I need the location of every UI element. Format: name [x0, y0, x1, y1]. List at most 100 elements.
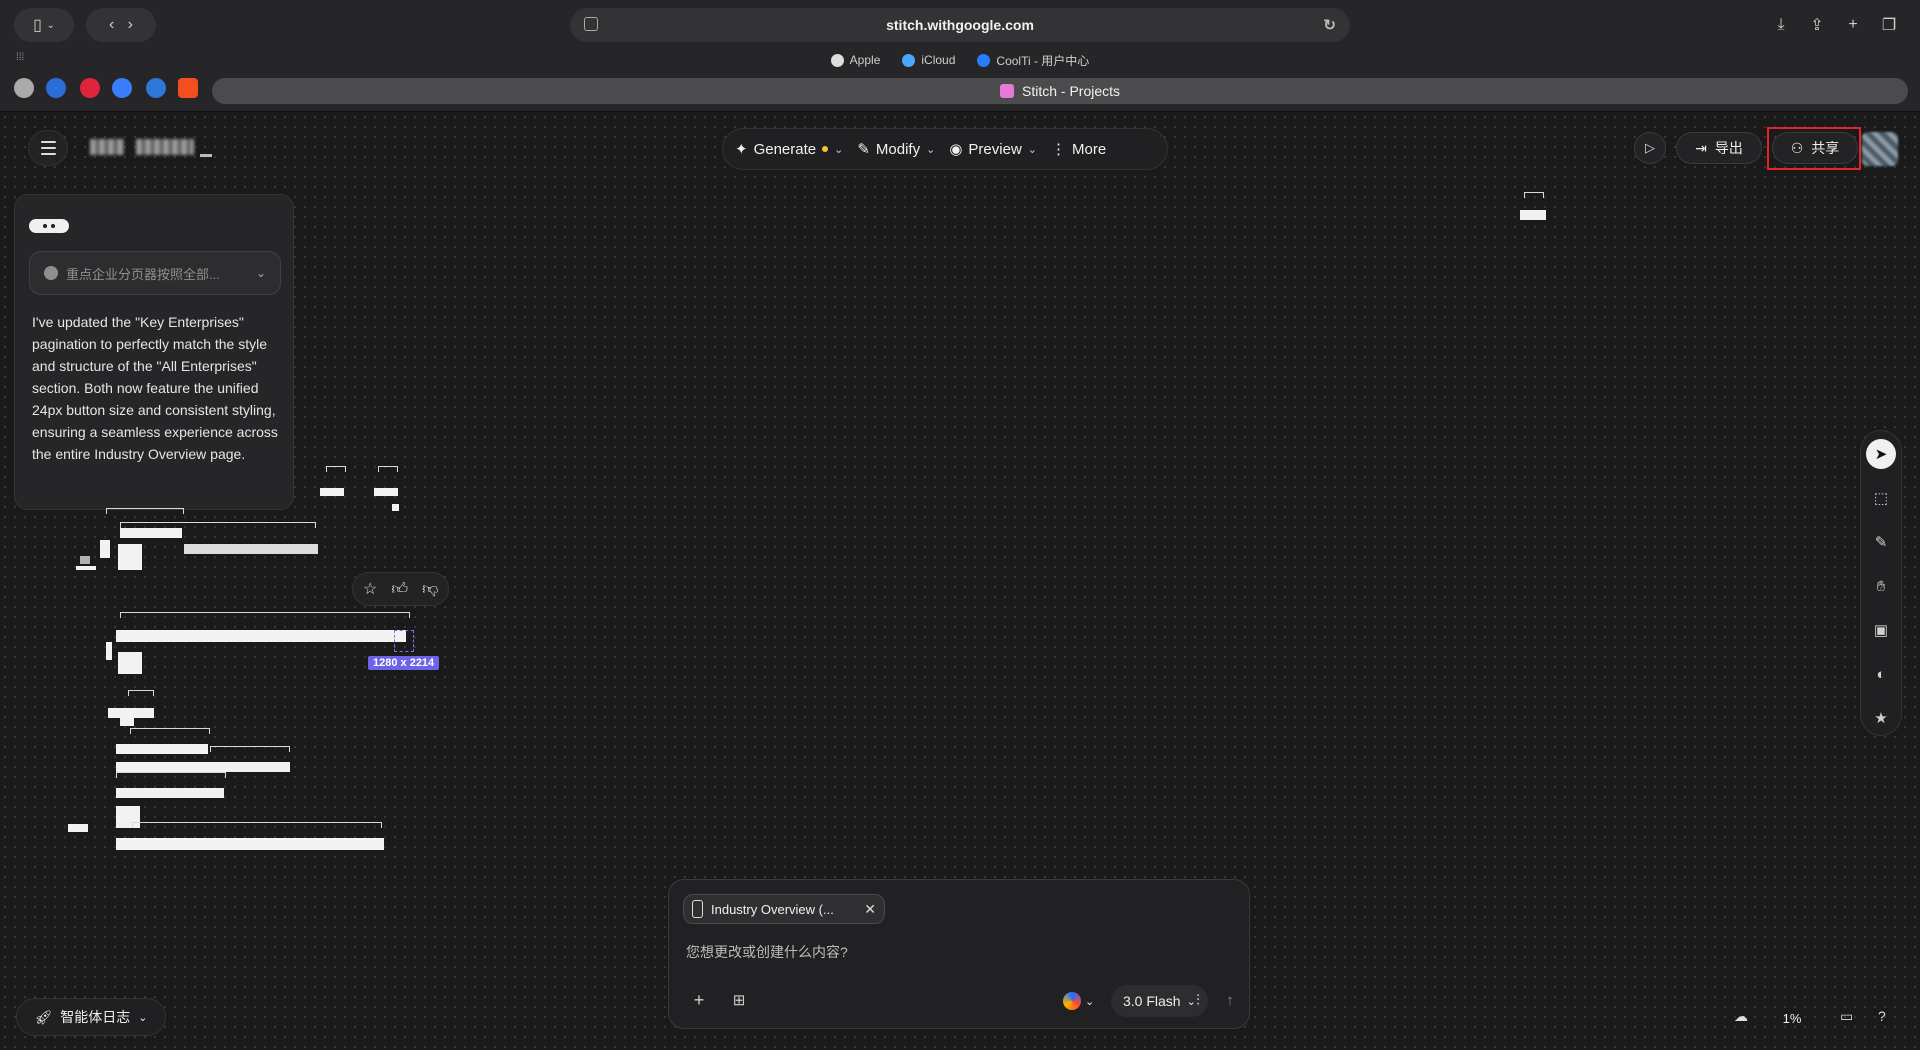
- tab-overview-icon[interactable]: ❐: [1874, 8, 1904, 42]
- preview-block: [108, 708, 154, 718]
- preview-block: [120, 612, 410, 618]
- preview-block: [106, 508, 184, 514]
- forward-button[interactable]: ›: [128, 16, 133, 34]
- pinned-tab-circle-icon[interactable]: [146, 78, 166, 98]
- send-icon[interactable]: ↑: [1215, 984, 1245, 1016]
- composer-actions: + ⊞ ⌄ 3.0 Flash ⌄ ⫶ ↑: [683, 984, 1237, 1018]
- model-provider-select[interactable]: ⌄: [1063, 986, 1103, 1016]
- pinned-tab-openai-icon[interactable]: [14, 78, 34, 98]
- preview-block: [378, 466, 398, 472]
- browser-toolbar: ▯ ⌄ ‹ › stitch.withgoogle.com ↻ ⤓ ⇪ + ❐: [0, 8, 1920, 44]
- cursor-icon[interactable]: ➤: [1866, 439, 1896, 469]
- hand-icon[interactable]: ✋︎: [1866, 571, 1896, 601]
- selection-box[interactable]: [394, 630, 414, 652]
- page-settings-icon[interactable]: [584, 17, 598, 31]
- address-bar[interactable]: stitch.withgoogle.com ↻: [570, 8, 1350, 42]
- more-vertical-icon: ⋮: [1051, 141, 1066, 158]
- model-label: 3.0 Flash: [1123, 993, 1181, 1009]
- screen-previews[interactable]: [0, 112, 1546, 912]
- sparkle-icon: ✦: [735, 141, 748, 158]
- export-button[interactable]: ⇥ 导出: [1676, 132, 1762, 164]
- preview-block: [106, 642, 112, 660]
- preview-block: [120, 718, 134, 726]
- thumbs-down-icon[interactable]: 👎︎: [422, 580, 438, 599]
- play-button[interactable]: ▷: [1634, 132, 1666, 164]
- status-dot: [822, 146, 829, 152]
- star-filled-icon[interactable]: ★: [1866, 703, 1896, 733]
- preview-block: [116, 772, 226, 778]
- add-icon[interactable]: +: [683, 984, 715, 1016]
- more-button[interactable]: ⋮ More: [1051, 140, 1107, 159]
- preview-button[interactable]: ◉ Preview ⌄: [949, 140, 1037, 159]
- browser-chrome: ▯ ⌄ ‹ › stitch.withgoogle.com ↻ ⤓ ⇪ + ❐ …: [0, 0, 1920, 112]
- export-label: 导出: [1714, 140, 1743, 156]
- preview-block: [120, 528, 182, 538]
- preview-block: [116, 788, 224, 798]
- agent-log-label: 智能体日志: [60, 1009, 131, 1025]
- image-icon[interactable]: ▣: [1866, 615, 1896, 645]
- new-tab-icon[interactable]: +: [1838, 8, 1868, 42]
- preview-block: [132, 822, 382, 828]
- zoom-level[interactable]: 1%: [1768, 1000, 1816, 1036]
- preview-block: [320, 488, 344, 496]
- agent-log-button[interactable]: 🚀︎ 智能体日志 ⌄: [16, 998, 166, 1036]
- favorite-label: Apple: [849, 53, 881, 67]
- star-icon[interactable]: ☆: [363, 579, 377, 599]
- tab-bar: Stitch - Projects: [0, 78, 1920, 106]
- chevron-down-icon: ⌄: [1027, 143, 1037, 156]
- voice-icon[interactable]: ⫶: [1183, 984, 1213, 1016]
- favorite-coolti[interactable]: CoolTi - 用户中心: [977, 50, 1089, 70]
- chevron-down-icon: ⌄: [46, 19, 55, 31]
- modify-button[interactable]: ✎ Modify ⌄: [857, 140, 935, 159]
- sidebar-toggle-button[interactable]: ▯ ⌄: [14, 8, 74, 42]
- feedback-bar: ☆ 👍︎ 👎︎: [352, 572, 450, 606]
- download-icon[interactable]: ⤓: [1766, 8, 1796, 42]
- preview-block: [116, 762, 290, 772]
- url-text: stitch.withgoogle.com: [886, 17, 1034, 33]
- pencil-icon[interactable]: ✎: [1866, 527, 1896, 557]
- favorite-apple[interactable]: Apple: [830, 50, 881, 70]
- palette-icon[interactable]: ◐: [1866, 659, 1896, 689]
- modify-label: Modify: [875, 140, 921, 158]
- prompt-input[interactable]: 您想更改或创建什么内容?: [686, 942, 848, 962]
- preview-block: [1524, 192, 1544, 198]
- favorite-icloud[interactable]: iCloud: [902, 50, 955, 70]
- comment-icon[interactable]: ▭: [1840, 1008, 1853, 1025]
- pinned-tab-figma-icon[interactable]: [178, 78, 198, 98]
- preview-label: Preview: [968, 140, 1022, 158]
- pinned-tab-hdr-icon[interactable]: [80, 78, 100, 98]
- close-icon[interactable]: ✕: [864, 901, 876, 918]
- share-highlight-box: [1767, 127, 1861, 170]
- marquee-select-icon[interactable]: ⬚: [1866, 483, 1896, 513]
- preview-block: [116, 838, 384, 850]
- apple-icon: [830, 53, 844, 67]
- tool-palette: ➤ ⬚ ✎ ✋︎ ▣ ◐ ★: [1860, 430, 1902, 736]
- selection-size-label: 1280 x 2214: [368, 656, 440, 670]
- thumbs-up-icon[interactable]: 👍︎: [391, 580, 408, 599]
- share-icon[interactable]: ⇪: [1802, 8, 1832, 42]
- context-chip[interactable]: Industry Overview (... ✕: [683, 894, 885, 924]
- avatar[interactable]: [1862, 132, 1898, 166]
- pinned-tab-app-icon[interactable]: [112, 78, 132, 98]
- help-icon[interactable]: ?: [1878, 1008, 1886, 1024]
- generate-button[interactable]: ✦ Generate ⌄: [735, 140, 844, 159]
- cloud-sync-icon[interactable]: ☁: [1734, 1008, 1748, 1025]
- reload-icon[interactable]: ↻: [1323, 16, 1336, 34]
- back-button[interactable]: ‹: [109, 16, 114, 34]
- tab-label: Stitch - Projects: [1021, 83, 1121, 99]
- preview-block: [116, 744, 208, 754]
- chevron-down-icon: ⌄: [834, 143, 844, 156]
- chevron-down-icon: ⌄: [138, 1011, 148, 1024]
- tab-stitch-projects[interactable]: Stitch - Projects: [212, 78, 1908, 104]
- rocket-icon: 🚀︎: [34, 1008, 53, 1025]
- export-icon: ⇥: [1695, 139, 1707, 156]
- eye-icon: ◉: [949, 141, 963, 158]
- favorite-label: iCloud: [921, 53, 956, 67]
- more-label: More: [1072, 140, 1107, 158]
- design-canvas[interactable]: ✦ Generate ⌄ ✎ Modify ⌄ ◉ Preview ⌄ ⋮ Mo…: [0, 112, 1920, 1050]
- gemini-icon: [1063, 992, 1081, 1010]
- pinned-tab-globe-icon[interactable]: [46, 78, 66, 98]
- add-screen-icon[interactable]: ⊞: [723, 984, 755, 1016]
- phone-icon: [692, 900, 703, 918]
- preview-block: [116, 630, 406, 642]
